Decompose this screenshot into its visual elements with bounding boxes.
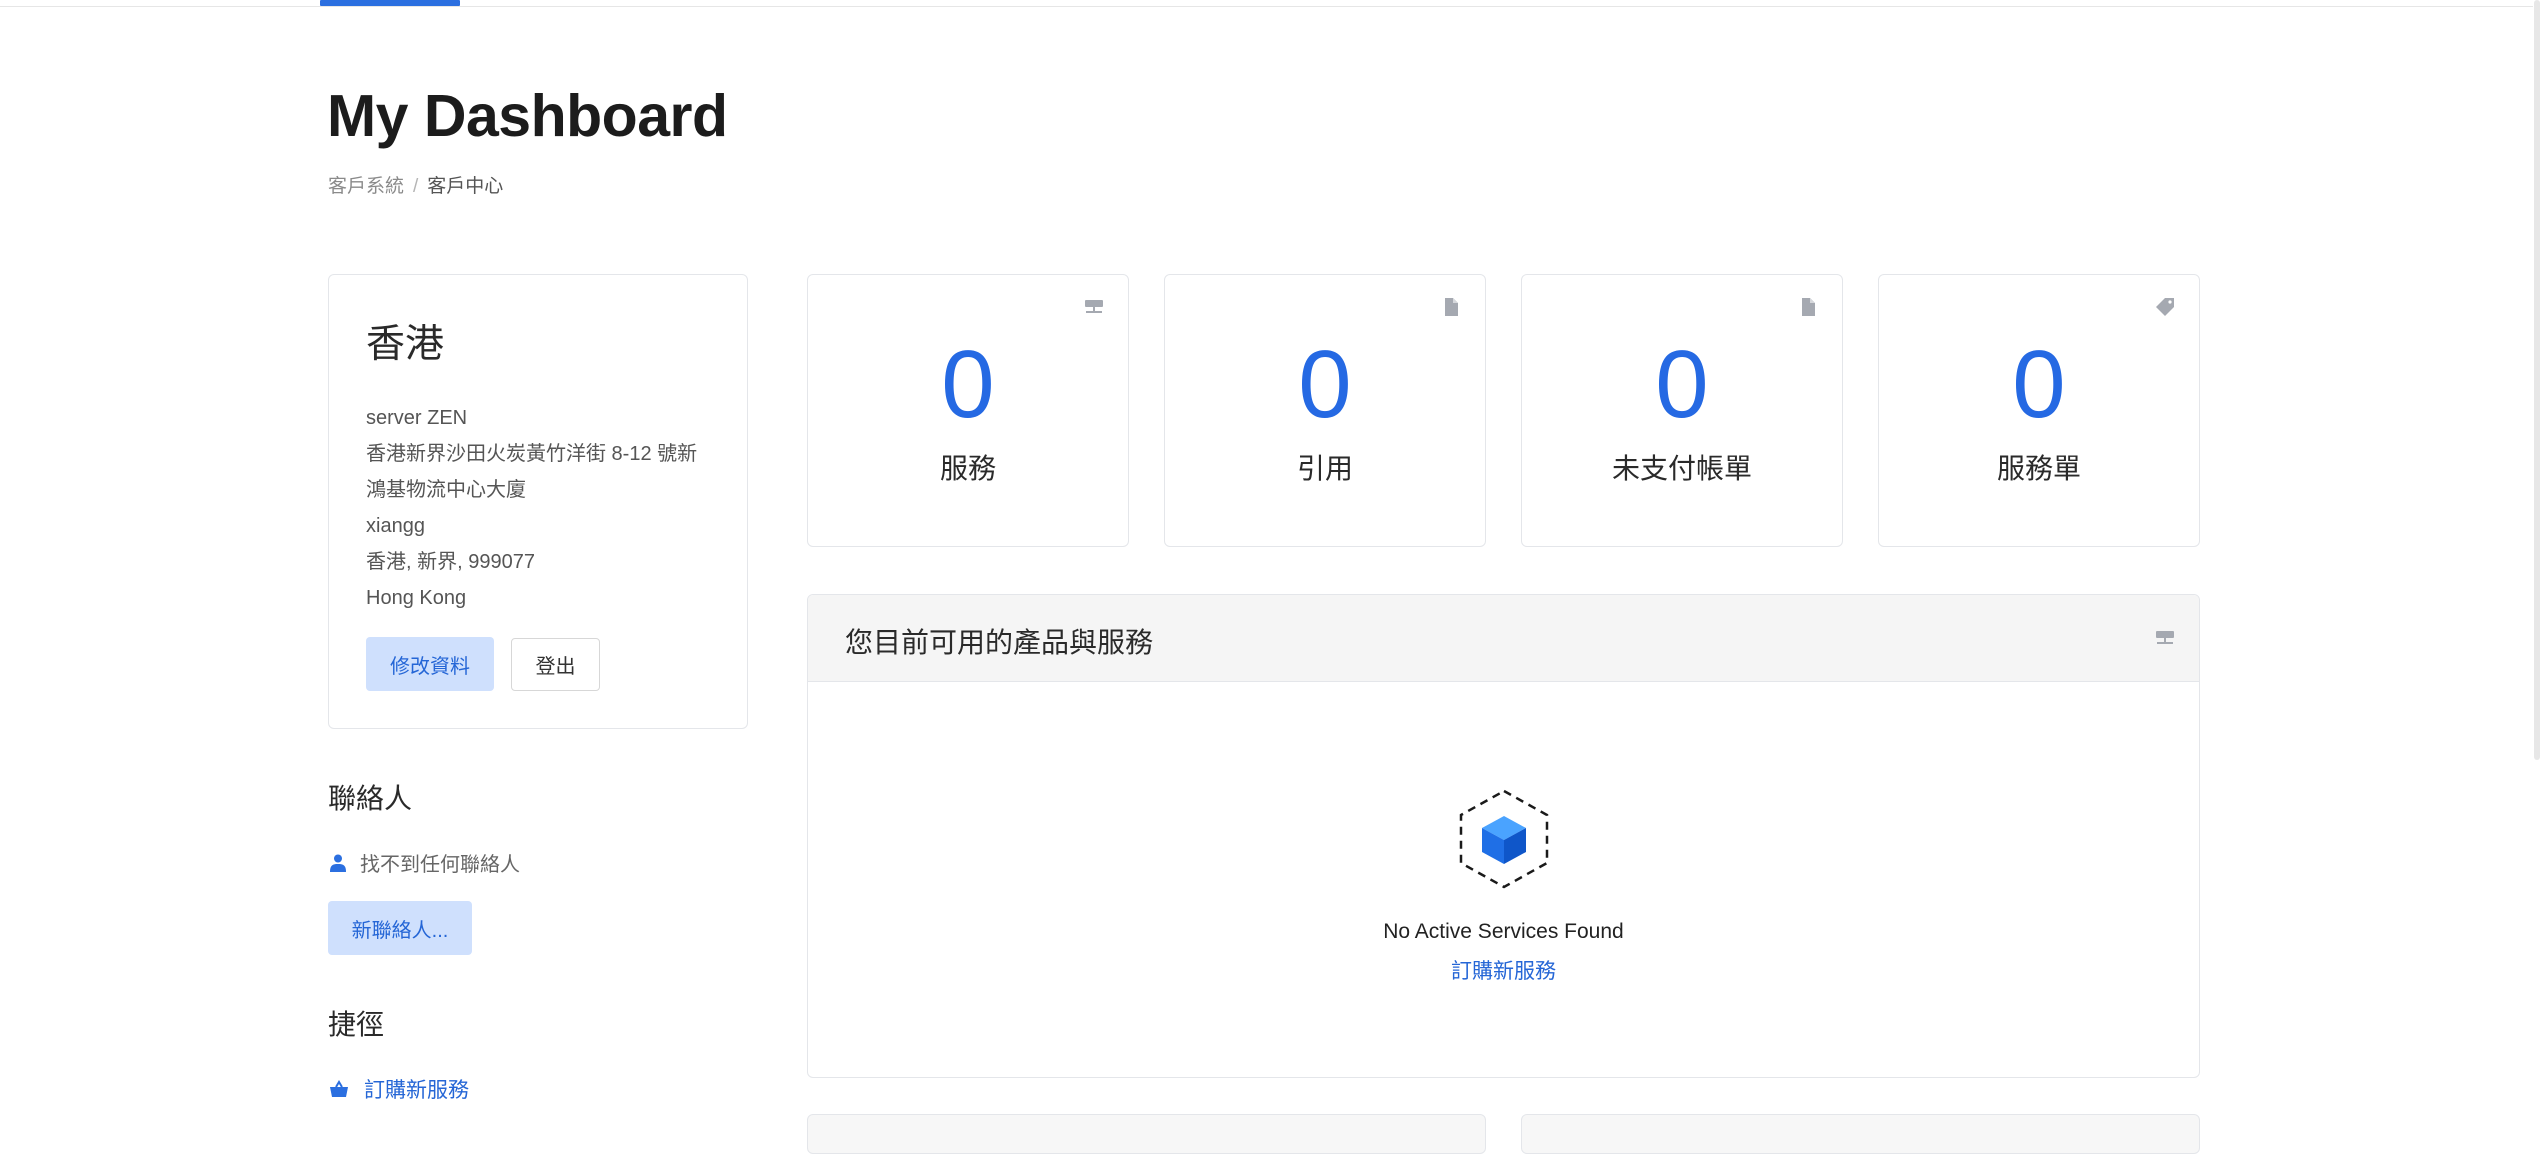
breadcrumb-item[interactable]: 客戶系統 — [328, 176, 404, 197]
server-icon — [2156, 631, 2174, 644]
no-contacts-message: 找不到任何聯絡人 — [330, 848, 520, 877]
empty-box-icon — [1459, 789, 1549, 889]
document-icon — [1802, 298, 1815, 316]
panel-header: 您目前可用的產品與服務 — [808, 595, 2199, 682]
panel-title: 您目前可用的產品與服務 — [845, 627, 1154, 658]
stat-value: 0 — [941, 331, 995, 438]
bottom-panel-right — [1521, 1114, 2200, 1154]
tag-icon — [2156, 298, 2174, 316]
contacts-title: 聯絡人 — [328, 783, 413, 814]
active-nav-indicator — [320, 0, 460, 6]
basket-icon — [330, 1080, 348, 1097]
shortcut-label: 訂購新服務 — [364, 1079, 469, 1102]
breadcrumb-current: 客戶中心 — [427, 176, 504, 197]
stat-label: 服務單 — [1996, 453, 2081, 484]
logout-button[interactable]: 登出 — [511, 638, 600, 691]
account-region: 香港 — [366, 323, 445, 366]
edit-profile-button[interactable]: 修改資料 — [366, 637, 494, 691]
stat-card-unpaid-invoices[interactable]: 0 未支付帳單 — [1521, 274, 1843, 547]
server-icon — [1085, 300, 1103, 313]
account-address: server ZEN 香港新界沙田火炭黃竹洋街 8-12 號新 鴻基物流中心大廈… — [366, 400, 697, 616]
breadcrumb: 客戶系統 / 客戶中心 — [328, 171, 503, 198]
breadcrumb-separator: / — [413, 176, 419, 197]
account-line: 鴻基物流中心大廈 — [366, 479, 526, 501]
active-services-panel: 您目前可用的產品與服務 No Active Services Found 訂購新… — [807, 594, 2200, 1078]
bottom-panel-left — [807, 1114, 1486, 1154]
stat-card-tickets[interactable]: 0 服務單 — [1878, 274, 2200, 547]
user-icon — [330, 854, 346, 872]
account-card: 香港 server ZEN 香港新界沙田火炭黃竹洋街 8-12 號新 鴻基物流中… — [328, 274, 748, 729]
document-icon — [1445, 298, 1458, 316]
new-contact-button[interactable]: 新聯絡人... — [328, 901, 472, 955]
account-line: xiangg — [366, 515, 425, 537]
stat-value: 0 — [1655, 331, 1709, 438]
order-new-service-link[interactable]: 訂購新服務 — [808, 955, 2199, 985]
account-line: Hong Kong — [366, 587, 467, 609]
account-line: server ZEN — [366, 407, 468, 429]
account-line: 香港, 新界, 999077 — [366, 551, 535, 573]
stat-card-quotes[interactable]: 0 引用 — [1164, 274, 1486, 547]
top-divider — [0, 6, 2541, 7]
stat-value: 0 — [2012, 331, 2066, 438]
shortcuts-title: 捷徑 — [328, 1009, 385, 1040]
stat-label: 引用 — [1296, 453, 1353, 484]
stat-label: 服務 — [939, 453, 996, 484]
page-title: My Dashboard — [327, 83, 728, 149]
stat-card-services[interactable]: 0 服務 — [807, 274, 1129, 547]
no-contacts-text: 找不到任何聯絡人 — [360, 854, 520, 876]
empty-state-text: No Active Services Found — [1383, 920, 1624, 943]
scrollbar-thumb[interactable] — [2534, 0, 2540, 760]
account-line: 香港新界沙田火炭黃竹洋街 8-12 號新 — [366, 443, 698, 465]
stat-value: 0 — [1298, 331, 1352, 438]
stat-label: 未支付帳單 — [1611, 453, 1752, 484]
shortcut-order-new-service[interactable]: 訂購新服務 — [330, 1074, 469, 1104]
